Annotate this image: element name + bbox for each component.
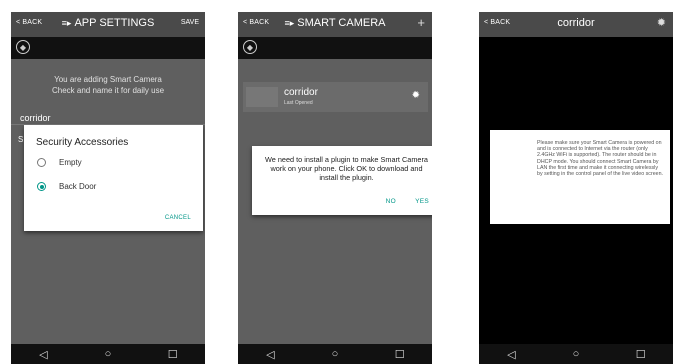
top-bar: < BACK ≡▸ APP SETTINGS SAVE [11,12,205,37]
system-nav-bar: ◁ ○ ☐ [11,344,205,364]
save-button[interactable]: SAVE [181,19,199,26]
option-label: Empty [59,158,82,167]
phone-app-settings: < BACK ≡▸ APP SETTINGS SAVE ◆ You are add… [11,12,205,364]
add-icon[interactable]: + [417,15,425,30]
nav-back-icon[interactable]: ◁ [260,348,280,361]
top-bar: < BACK ≡▸ SMART CAMERA + [238,12,432,37]
top-bar: < BACK corridor ✹ [479,12,673,37]
shield-icon: ◆ [243,40,257,54]
system-nav-bar: ◁ ○ ☐ [238,344,432,364]
option-empty[interactable]: Empty [37,158,82,167]
nav-recent-icon[interactable]: ☐ [390,348,410,361]
adding-message: You are adding Smart Camera Check and na… [11,74,205,96]
nav-home-icon[interactable]: ○ [566,348,586,360]
page-title-text: SMART CAMERA [297,17,386,29]
radio-selected-icon[interactable] [37,182,46,191]
page-title: ≡▸ SMART CAMERA [238,17,432,29]
phone-corridor: < BACK corridor ✹ Please make sure your … [479,12,673,364]
page-title-text: APP SETTINGS [74,17,155,29]
option-label: Back Door [59,182,97,191]
nav-home-icon[interactable]: ○ [98,348,118,360]
nav-home-icon[interactable]: ○ [325,348,345,360]
page-title: corridor [557,17,595,29]
brand-bar: ◆ [11,37,205,59]
camera-thumbnail [246,87,278,107]
nav-recent-icon[interactable]: ☐ [631,348,651,361]
radio-unselected-icon[interactable] [37,158,46,167]
adding-message-line1: You are adding Smart Camera [54,75,162,84]
nav-back-icon[interactable]: ◁ [33,348,53,361]
phone-smart-camera: < BACK ≡▸ SMART CAMERA + ◆ corridor Last … [238,12,432,364]
dialog-message: Please make sure your Smart Camera is po… [537,140,664,178]
dialog-title: Security Accessories [36,137,129,148]
option-back-door[interactable]: Back Door [37,182,96,191]
camera-list-item[interactable]: corridor Last Opened ✹ [243,82,428,112]
system-nav-bar: ◁ ○ ☐ [479,344,673,364]
camera-status: Last Opened [284,100,313,106]
install-plugin-dialog: We need to install a plugin to make Smar… [252,146,432,215]
yes-button[interactable]: YES [415,198,429,205]
page-title: ≡▸ APP SETTINGS [11,17,205,29]
nav-back-icon[interactable]: ◁ [501,348,521,361]
no-button[interactable]: NO [386,198,396,205]
menu-icon: ≡▸ [284,18,295,28]
dialog-message: We need to install a plugin to make Smar… [265,155,428,182]
connection-info-dialog: Please make sure your Smart Camera is po… [490,130,670,224]
security-accessories-dialog: Security Accessories Empty Back Door CAN… [24,125,203,231]
menu-icon: ≡▸ [61,18,72,28]
cancel-button[interactable]: CANCEL [165,215,191,221]
accessories-row-label-fragment: S [18,135,24,144]
camera-name-field[interactable]: corridor [20,113,51,123]
gear-icon[interactable]: ✹ [657,16,666,29]
gear-icon[interactable]: ✹ [412,90,420,101]
nav-recent-icon[interactable]: ☐ [163,348,183,361]
camera-name: corridor [284,87,318,98]
shield-icon: ◆ [16,40,30,54]
brand-bar: ◆ [238,37,432,59]
adding-message-line2: Check and name it for daily use [51,86,165,95]
